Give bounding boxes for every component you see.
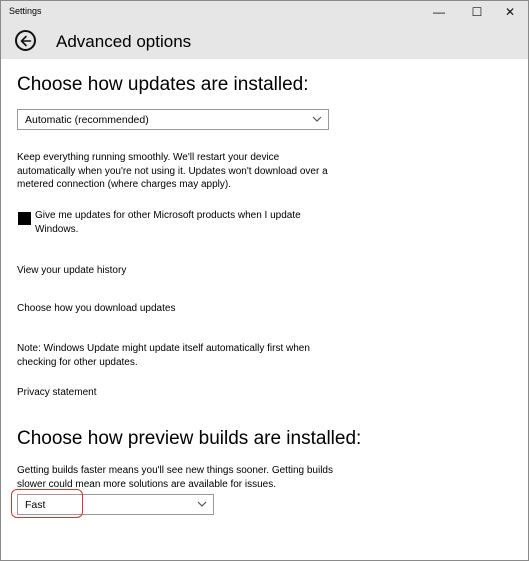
ms-products-checkbox[interactable]	[18, 212, 31, 225]
maximize-icon: ☐	[471, 5, 483, 19]
settings-window: Settings — ☐ ✕ Advanced options Choose h…	[0, 0, 529, 561]
close-button[interactable]: ✕	[492, 1, 528, 23]
page-title: Advanced options	[56, 32, 192, 51]
minimize-icon: —	[433, 5, 445, 19]
ms-products-checkbox-label: Give me updates for other Microsoft prod…	[35, 210, 301, 235]
window-title: Settings	[9, 6, 42, 16]
chevron-down-icon	[312, 116, 322, 122]
annotation-highlight	[11, 489, 83, 518]
back-button[interactable]	[15, 30, 36, 51]
back-arrow-icon	[20, 35, 31, 46]
updates-description: Keep everything running smoothly. We'll …	[17, 152, 328, 190]
maximize-button[interactable]: ☐	[459, 1, 495, 23]
page-header: Advanced options	[1, 23, 528, 59]
title-bar: Settings — ☐ ✕	[1, 1, 528, 23]
privacy-statement-link[interactable]: Privacy statement	[17, 386, 96, 400]
view-update-history-link[interactable]: View your update history	[17, 264, 126, 278]
minimize-button[interactable]: —	[421, 1, 457, 23]
updates-heading: Choose how updates are installed:	[17, 74, 309, 95]
update-note: Note: Windows Update might update itself…	[17, 343, 310, 368]
install-mode-dropdown[interactable]: Automatic (recommended)	[17, 109, 329, 130]
close-icon: ✕	[504, 5, 516, 19]
preview-builds-description: Getting builds faster means you'll see n…	[17, 465, 333, 490]
choose-download-link[interactable]: Choose how you download updates	[17, 302, 175, 316]
chevron-down-icon	[197, 501, 207, 507]
install-mode-value: Automatic (recommended)	[25, 114, 149, 126]
preview-builds-heading: Choose how preview builds are installed:	[17, 428, 362, 449]
